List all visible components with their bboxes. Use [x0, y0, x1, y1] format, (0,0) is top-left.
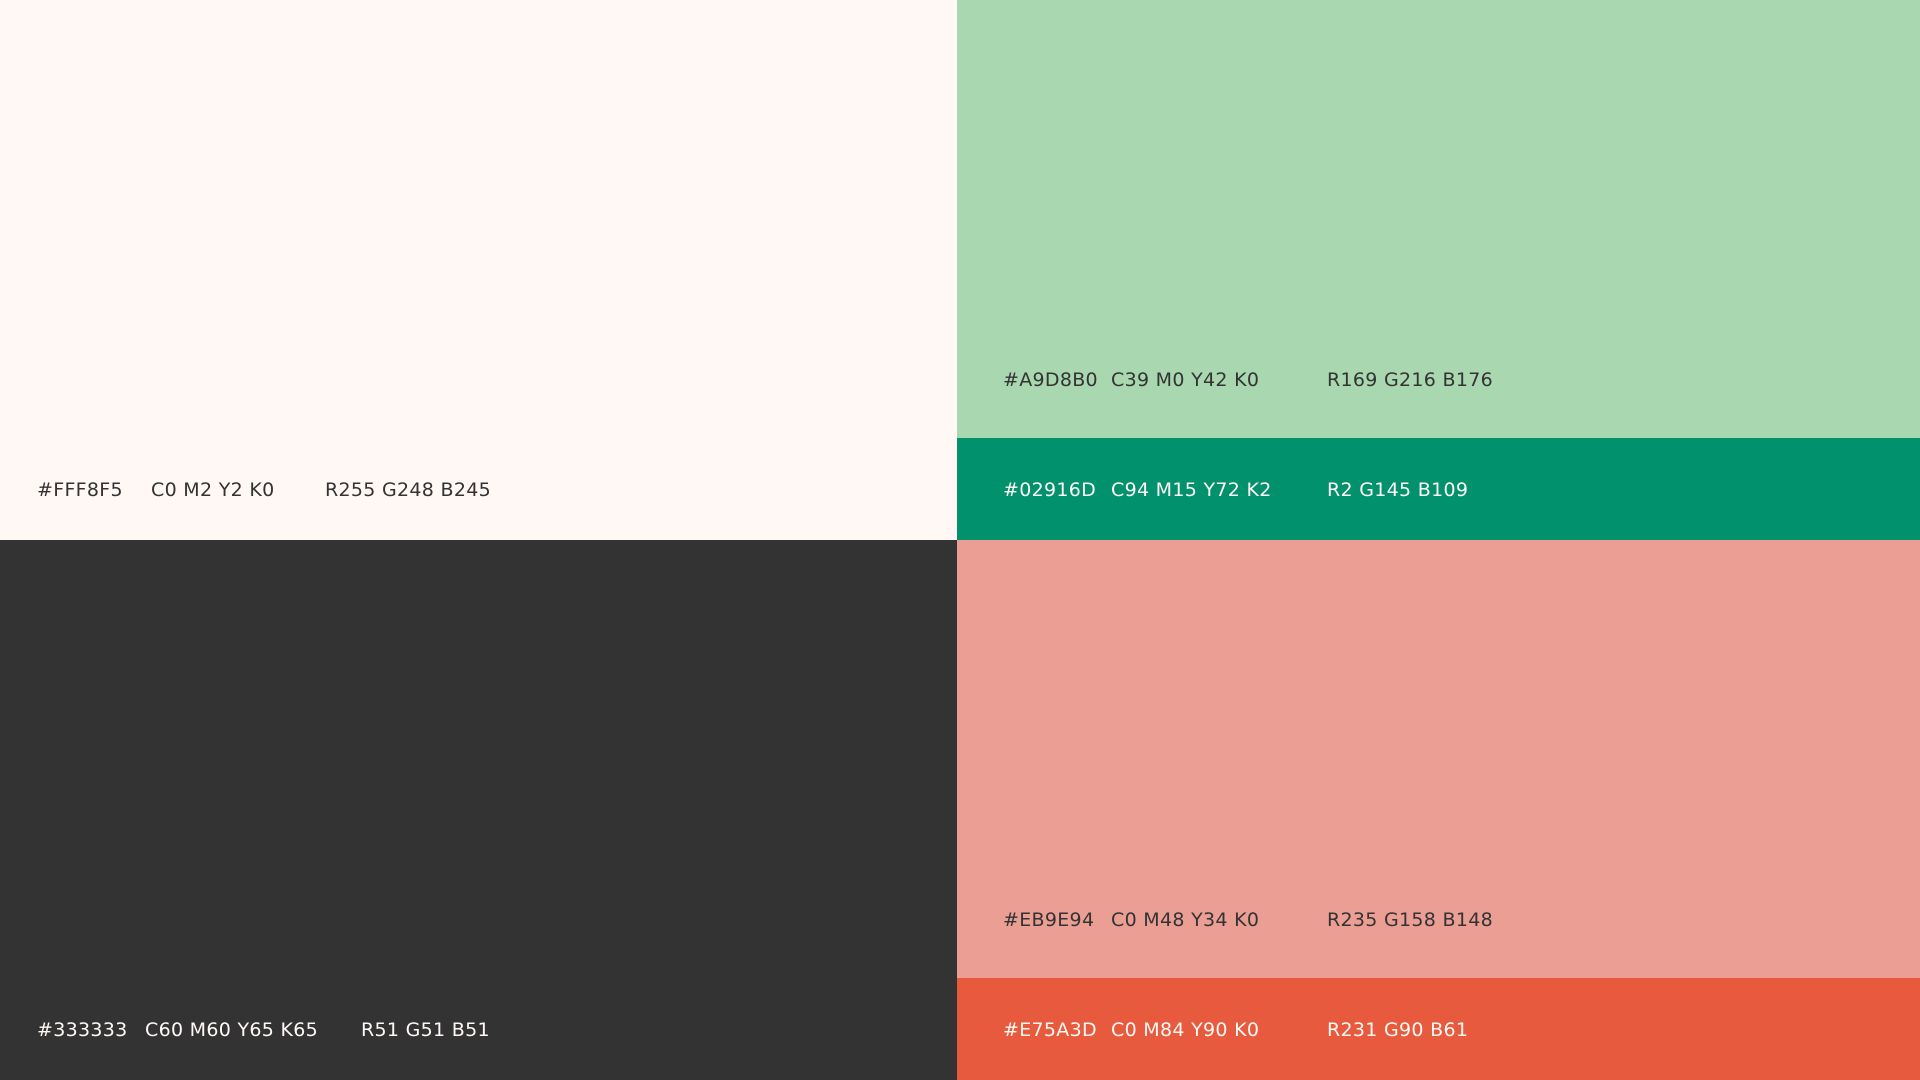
swatch-dark-labels: #333333 C60 M60 Y65 K65 R51 G51 B51: [0, 1020, 957, 1040]
rgb-values: R235 G158 B148: [1327, 909, 1494, 931]
cmyk-values: C0 M84 Y90 K0: [1111, 1019, 1260, 1041]
cmyk-values: C94 M15 Y72 K2: [1111, 479, 1272, 501]
swatch-cream-labels: #FFF8F5 C0 M2 Y2 K0 R255 G248 B245: [0, 480, 957, 500]
swatch-mint: #A9D8B0 C39 M0 Y42 K0 R169 G216 B176: [957, 0, 1920, 438]
cmyk-values: C0 M48 Y34 K0: [1111, 909, 1260, 931]
rgb-values: R51 G51 B51: [361, 1019, 490, 1041]
rgb-values: R2 G145 B109: [1327, 479, 1469, 501]
swatch-salmon: #EB9E94 C0 M48 Y34 K0 R235 G158 B148: [957, 540, 1920, 978]
swatch-salmon-labels: #EB9E94 C0 M48 Y34 K0 R235 G158 B148: [957, 910, 1920, 930]
rgb-values: R169 G216 B176: [1327, 369, 1494, 391]
swatch-green-labels: #02916D C94 M15 Y72 K2 R2 G145 B109: [957, 480, 1920, 500]
hex-code: #A9D8B0: [1003, 369, 1098, 391]
hex-code: #E75A3D: [1003, 1019, 1097, 1041]
rgb-values: R255 G248 B245: [325, 479, 492, 501]
hex-code: #02916D: [1003, 479, 1097, 501]
swatch-red-labels: #E75A3D C0 M84 Y90 K0 R231 G90 B61: [957, 1020, 1920, 1040]
swatch-dark: #333333 C60 M60 Y65 K65 R51 G51 B51: [0, 540, 957, 1080]
hex-code: #EB9E94: [1003, 909, 1095, 931]
swatch-mint-labels: #A9D8B0 C39 M0 Y42 K0 R169 G216 B176: [957, 370, 1920, 390]
swatch-cream: #FFF8F5 C0 M2 Y2 K0 R255 G248 B245: [0, 0, 957, 540]
cmyk-values: C39 M0 Y42 K0: [1111, 369, 1260, 391]
hex-code: #FFF8F5: [37, 479, 123, 501]
cmyk-values: C60 M60 Y65 K65: [145, 1019, 319, 1041]
swatch-green: #02916D C94 M15 Y72 K2 R2 G145 B109: [957, 438, 1920, 540]
color-palette: #FFF8F5 C0 M2 Y2 K0 R255 G248 B245 #A9D8…: [0, 0, 1920, 1080]
swatch-red: #E75A3D C0 M84 Y90 K0 R231 G90 B61: [957, 978, 1920, 1080]
cmyk-values: C0 M2 Y2 K0: [151, 479, 275, 501]
rgb-values: R231 G90 B61: [1327, 1019, 1469, 1041]
hex-code: #333333: [37, 1019, 128, 1041]
